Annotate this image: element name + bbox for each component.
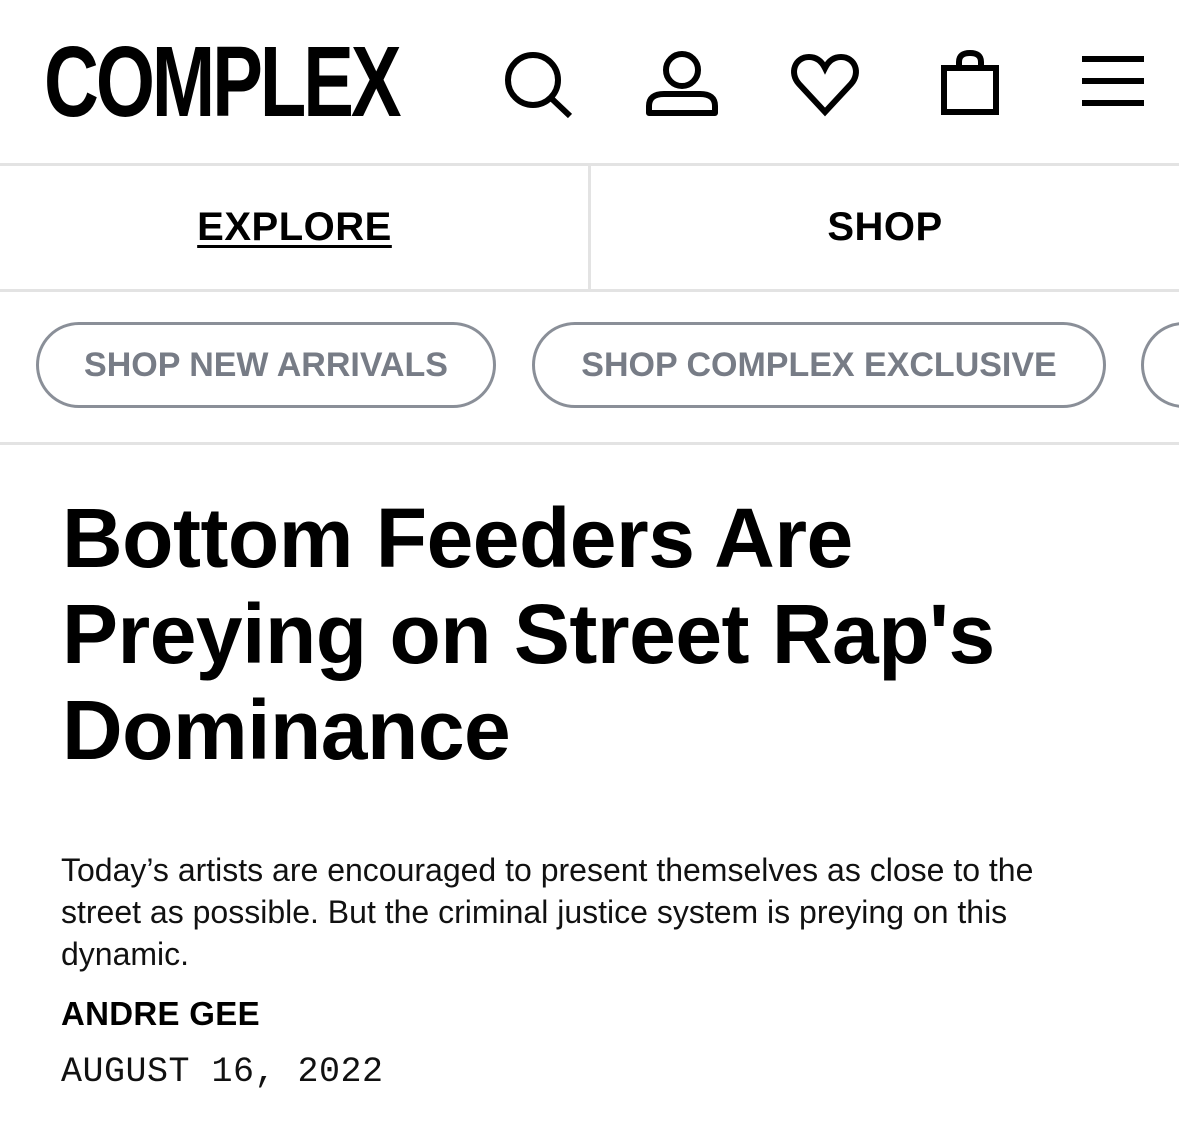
account-icon[interactable] — [644, 50, 720, 118]
shop-pill-row: SHOP NEW ARRIVALS SHOP COMPLEX EXCLUSIVE — [0, 292, 1179, 445]
site-header: COMPLEX — [0, 0, 1179, 166]
article-author[interactable]: ANDRE GEE — [61, 995, 260, 1033]
pill-label: SHOP NEW ARRIVALS — [84, 345, 448, 384]
complex-logo[interactable]: COMPLEX — [44, 32, 402, 132]
shop-pill-button-partial[interactable] — [1141, 322, 1179, 408]
article-headline: Bottom Feeders Are Preying on Street Rap… — [62, 491, 995, 777]
search-icon[interactable] — [500, 48, 576, 120]
pill-label: SHOP COMPLEX EXCLUSIVE — [581, 345, 1057, 384]
tab-explore[interactable]: EXPLORE — [0, 166, 589, 289]
tab-shop[interactable]: SHOP — [591, 166, 1179, 289]
article-dek: Today’s artists are encouraged to presen… — [61, 852, 1034, 972]
tab-explore-label: EXPLORE — [197, 205, 392, 249]
section-tabs: EXPLORE SHOP — [0, 166, 1179, 292]
tab-shop-label: SHOP — [827, 205, 943, 249]
menu-icon[interactable] — [1082, 56, 1144, 108]
article-date: AUGUST 16, 2022 — [61, 1052, 384, 1092]
shopping-bag-icon[interactable] — [940, 50, 1000, 116]
heart-icon[interactable] — [790, 52, 860, 118]
shop-complex-exclusive-button[interactable]: SHOP COMPLEX EXCLUSIVE — [532, 322, 1106, 408]
shop-new-arrivals-button[interactable]: SHOP NEW ARRIVALS — [36, 322, 496, 408]
